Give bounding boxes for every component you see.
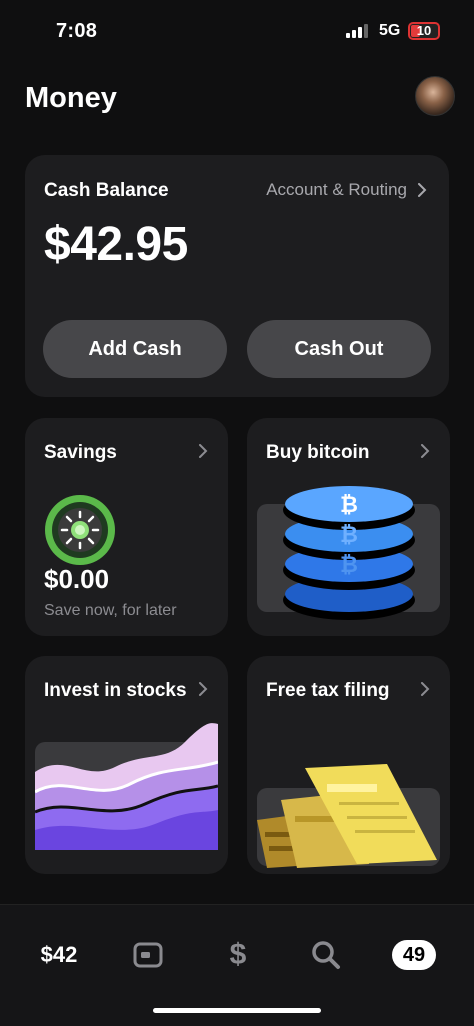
- add-cash-button[interactable]: Add Cash: [43, 320, 227, 378]
- tab-money[interactable]: $42: [34, 935, 84, 975]
- page-title: Money: [25, 82, 117, 114]
- avatar[interactable]: [415, 76, 455, 116]
- savings-amount: $0.00: [44, 564, 110, 594]
- signal-icon: [346, 24, 370, 38]
- home-indicator: [153, 1008, 321, 1013]
- battery-icon: 10: [408, 22, 440, 40]
- activity-badge: 49: [392, 940, 436, 970]
- account-routing-label: Account & Routing: [266, 180, 407, 199]
- search-icon: [312, 941, 340, 969]
- bitcoin-tile[interactable]: Buy bitcoin ₿ ₿ ₿: [247, 418, 450, 636]
- tab-card[interactable]: [130, 935, 166, 975]
- account-routing-link[interactable]: Account & Routing: [266, 180, 427, 200]
- tax-tile[interactable]: Free tax filing: [247, 656, 450, 874]
- savings-icon: [44, 494, 116, 566]
- chevron-right-icon: [418, 183, 427, 197]
- tab-pay[interactable]: $: [220, 935, 256, 975]
- stocks-tile[interactable]: Invest in stocks: [25, 656, 228, 874]
- cash-out-button[interactable]: Cash Out: [247, 320, 431, 378]
- tab-activity[interactable]: 49: [392, 935, 436, 975]
- bitcoin-stack-icon: ₿ ₿ ₿: [283, 486, 415, 620]
- svg-text:₿: ₿: [340, 522, 358, 547]
- chevron-right-icon: [418, 682, 432, 696]
- tax-documents-icon: [257, 764, 437, 868]
- bitcoin-title: Buy bitcoin: [266, 442, 370, 463]
- tax-title: Free tax filing: [266, 680, 390, 701]
- svg-text:₿: ₿: [340, 492, 358, 517]
- network-label: 5G: [379, 22, 401, 39]
- card-icon: [133, 942, 163, 968]
- savings-title: Savings: [44, 442, 117, 463]
- cash-balance-label: Cash Balance: [44, 180, 169, 201]
- battery-level: 10: [416, 23, 432, 38]
- chevron-right-icon: [418, 444, 432, 458]
- chevron-right-icon: [196, 682, 210, 696]
- savings-subtitle: Save now, for later: [44, 602, 177, 619]
- svg-text:₿: ₿: [340, 552, 358, 577]
- savings-tile[interactable]: Savings $0.00 Save now, for later: [25, 418, 228, 636]
- stocks-title: Invest in stocks: [44, 680, 187, 701]
- status-time: 7:08: [56, 20, 98, 42]
- tab-search[interactable]: [308, 935, 344, 975]
- chevron-right-icon: [196, 444, 210, 458]
- cash-balance-amount: $42.95: [44, 218, 188, 271]
- cash-balance-card[interactable]: Cash Balance Account & Routing $42.95 Ad…: [25, 155, 449, 397]
- status-bar: 7:08 5G 10: [0, 0, 474, 60]
- stocks-waves-icon: [35, 723, 218, 850]
